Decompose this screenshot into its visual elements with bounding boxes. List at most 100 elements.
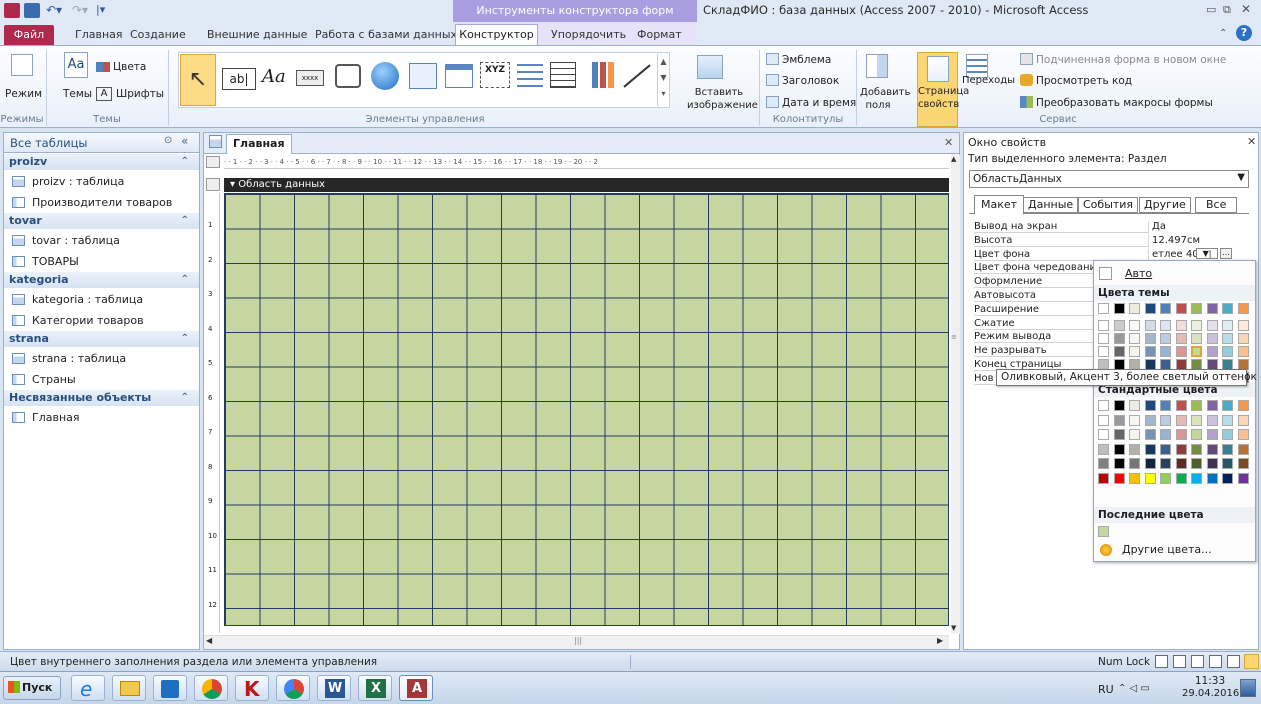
standard-color-swatch[interactable] — [1237, 400, 1249, 411]
tab-design[interactable]: Конструктор — [455, 24, 538, 46]
theme-color-swatch[interactable] — [1160, 303, 1171, 314]
standard-color-swatch[interactable] — [1222, 429, 1233, 440]
datasheet-view-switch-icon[interactable] — [1173, 655, 1186, 668]
theme-color-swatch[interactable] — [1144, 333, 1156, 344]
tab-database-tools[interactable]: Работа с базами данных — [311, 26, 461, 44]
nav-item[interactable]: Производители товаров — [4, 192, 199, 213]
theme-color-swatch[interactable] — [1175, 333, 1187, 344]
standard-color-swatch[interactable] — [1098, 429, 1109, 440]
builder-button[interactable]: … — [1220, 248, 1232, 259]
tab-layout[interactable]: Макет — [974, 195, 1025, 215]
theme-color-swatch[interactable] — [1206, 303, 1218, 314]
theme-color-swatch[interactable] — [1160, 346, 1171, 357]
standard-color-swatch[interactable] — [1160, 400, 1171, 411]
button-control-icon[interactable]: xxxx — [296, 70, 324, 86]
standard-color-swatch[interactable] — [1206, 400, 1218, 411]
standard-color-swatch[interactable] — [1098, 400, 1109, 411]
browser-taskbar-icon[interactable] — [276, 675, 310, 701]
section-header-bar[interactable]: ▾ Область данных — [224, 178, 949, 192]
tray-icons[interactable]: ⌃ ◁ ▭ — [1118, 683, 1150, 694]
standard-color-swatch[interactable] — [1206, 443, 1218, 455]
theme-color-swatch[interactable] — [1237, 346, 1249, 357]
clock-date[interactable]: 29.04.2016 — [1182, 688, 1239, 699]
theme-color-swatch[interactable] — [1222, 333, 1233, 344]
form-selector[interactable] — [206, 156, 220, 168]
tab-other[interactable]: Другие — [1139, 197, 1191, 213]
standard-color-swatch[interactable] — [1237, 472, 1249, 484]
pivot-table-switch-icon[interactable] — [1191, 655, 1204, 668]
standard-color-swatch[interactable] — [1144, 414, 1156, 426]
scroll-grip-icon[interactable]: ||| — [574, 636, 582, 645]
standard-color-swatch[interactable] — [1160, 472, 1171, 484]
standard-color-swatch[interactable] — [1129, 429, 1140, 440]
backcolor-dropdown-icon[interactable]: ▼| — [1196, 248, 1218, 259]
tab-home[interactable]: Главная — [71, 26, 127, 44]
insert-image-button[interactable]: Вставить изображение — [687, 86, 758, 112]
explorer-taskbar-icon[interactable] — [112, 675, 146, 701]
collapse-chevron-icon[interactable]: ⌃ — [181, 213, 189, 229]
excel-taskbar-icon[interactable]: X — [358, 675, 392, 701]
scroll-down-icon[interactable]: ▼ — [951, 624, 956, 632]
standard-color-swatch[interactable] — [1191, 443, 1202, 455]
object-select[interactable]: ОбластьДанных ▼ — [969, 170, 1249, 188]
standard-color-swatch[interactable] — [1237, 458, 1249, 469]
detail-section-grid[interactable] — [224, 193, 949, 626]
theme-color-swatch[interactable] — [1098, 303, 1109, 314]
standard-color-swatch[interactable] — [1222, 400, 1233, 411]
tab-format[interactable]: Формат — [633, 26, 686, 44]
standard-color-swatch[interactable] — [1222, 472, 1233, 484]
standard-color-swatch[interactable] — [1144, 443, 1156, 455]
theme-color-swatch[interactable] — [1222, 320, 1233, 331]
recent-color-swatch[interactable] — [1098, 526, 1109, 537]
standard-color-swatch[interactable] — [1175, 400, 1187, 411]
theme-color-swatch[interactable] — [1129, 333, 1140, 344]
tab-external-data[interactable]: Внешние данные — [203, 26, 311, 44]
theme-color-swatch[interactable] — [1160, 333, 1171, 344]
theme-color-swatch[interactable] — [1129, 320, 1140, 331]
nav-item[interactable]: strana : таблица — [4, 348, 199, 369]
theme-color-swatch[interactable] — [1175, 320, 1187, 331]
standard-color-swatch[interactable] — [1191, 400, 1202, 411]
outlook-taskbar-icon[interactable] — [153, 675, 187, 701]
theme-color-swatch[interactable] — [1144, 346, 1156, 357]
theme-color-swatch[interactable] — [1160, 320, 1171, 331]
nav-item[interactable]: ТОВАРЫ — [4, 251, 199, 272]
standard-color-swatch[interactable] — [1237, 429, 1249, 440]
close-props-icon[interactable]: ✕ — [1247, 135, 1256, 148]
standard-color-swatch[interactable] — [1160, 414, 1171, 426]
view-code-button[interactable]: Просмотреть код — [1036, 75, 1132, 88]
standard-color-swatch[interactable] — [1160, 429, 1171, 440]
standard-color-swatch[interactable] — [1144, 400, 1156, 411]
antivirus-taskbar-icon[interactable]: K — [235, 675, 269, 701]
theme-color-swatch[interactable] — [1175, 303, 1187, 314]
nav-menu-icon[interactable]: ⊙ — [164, 135, 172, 146]
theme-color-swatch[interactable] — [1098, 346, 1109, 357]
nav-item[interactable]: proizv : таблица — [4, 171, 199, 192]
standard-color-swatch[interactable] — [1098, 443, 1109, 455]
page-break-icon[interactable] — [517, 64, 543, 88]
standard-color-swatch[interactable] — [1237, 414, 1249, 426]
section-selector[interactable] — [206, 178, 220, 191]
gallery-scroll[interactable]: ▲ ▼ ▾ — [657, 54, 669, 106]
convert-macros-button[interactable]: Преобразовать макросы формы — [1036, 97, 1213, 110]
standard-color-swatch[interactable] — [1206, 472, 1218, 484]
theme-color-swatch[interactable] — [1098, 333, 1109, 344]
standard-color-swatch[interactable] — [1191, 472, 1202, 484]
standard-color-swatch[interactable] — [1113, 472, 1125, 484]
theme-color-swatch[interactable] — [1222, 303, 1233, 314]
customize-qat-icon[interactable]: |▾ — [96, 3, 105, 16]
standard-color-swatch[interactable] — [1206, 414, 1218, 426]
standard-color-swatch[interactable] — [1129, 472, 1140, 484]
standard-color-swatch[interactable] — [1222, 443, 1233, 455]
save-icon[interactable] — [24, 3, 40, 18]
vertical-scrollbar[interactable]: ▲ ≡ ▼ — [951, 155, 960, 634]
nav-group-header[interactable]: proizv ⌃ — [4, 154, 199, 170]
standard-color-swatch[interactable] — [1206, 458, 1218, 469]
standard-color-swatch[interactable] — [1191, 414, 1202, 426]
standard-color-swatch[interactable] — [1191, 429, 1202, 440]
standard-color-swatch[interactable] — [1129, 414, 1140, 426]
design-view-switch-icon[interactable] — [1244, 654, 1259, 669]
collapse-chevron-icon[interactable]: ⌃ — [181, 154, 189, 170]
collapse-chevron-icon[interactable]: ⌃ — [181, 390, 189, 406]
clock-time[interactable]: 11:33 — [1186, 675, 1234, 687]
